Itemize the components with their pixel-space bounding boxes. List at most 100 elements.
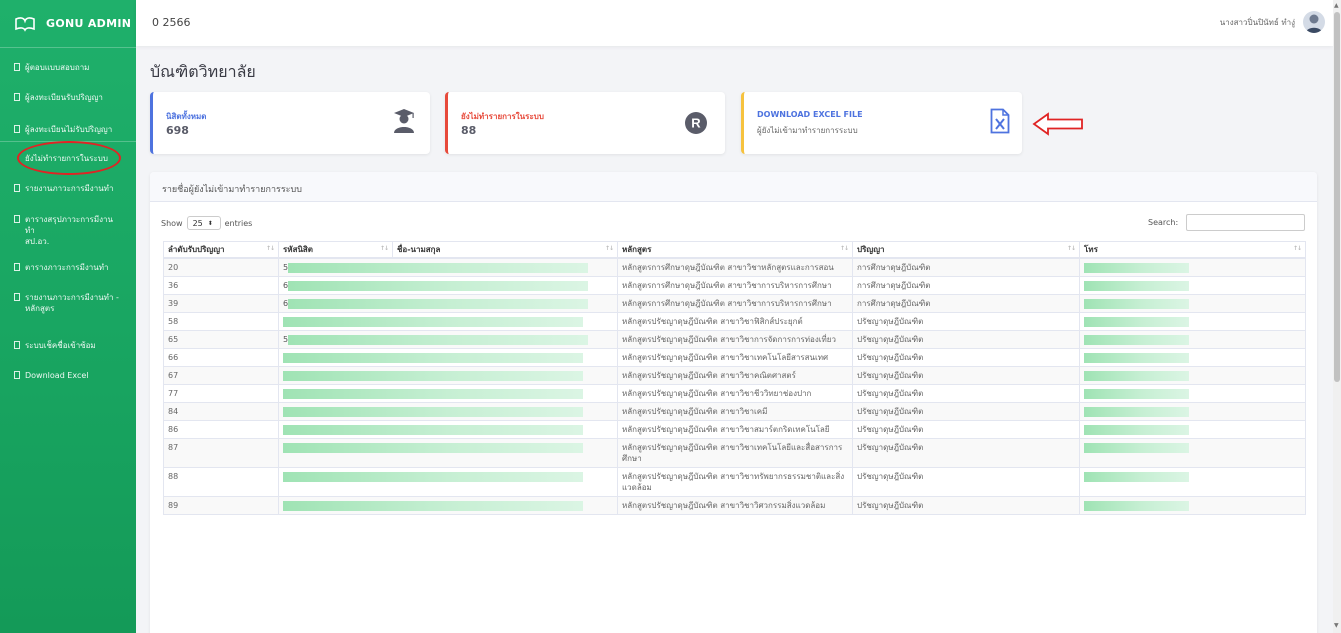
cell-course: หลักสูตรการศึกษาดุษฎีบัณฑิต สาขาวิชาการบ… bbox=[617, 293, 853, 313]
sidebar-item-respondents[interactable]: ผู้ตอบแบบสอบถาม bbox=[0, 62, 136, 73]
search-label: Search: bbox=[1148, 218, 1179, 227]
column-header-name[interactable]: ชื่อ-นามสกุล ↑↓ bbox=[392, 241, 618, 259]
column-header-order[interactable]: ลำดับรับปริญญา ↑↓ bbox=[163, 241, 279, 259]
cell-degree: ปรัชญาดุษฎีบัณฑิต bbox=[852, 401, 1080, 421]
sidebar-item-attendance[interactable]: ระบบเช็คชื่อเข้าซ้อม bbox=[0, 340, 136, 351]
sort-icon: ↑↓ bbox=[379, 245, 389, 252]
cell-course: หลักสูตรปรัชญาดุษฎีบัณฑิต สาขาวิชาเทคโนโ… bbox=[617, 437, 853, 468]
redacted-phone-bar bbox=[1084, 334, 1189, 345]
redacted-name-bar bbox=[288, 334, 589, 345]
cell-degree: ปรัชญาดุษฎีบัณฑิต bbox=[852, 365, 1080, 385]
logo-icon bbox=[15, 16, 35, 32]
cell-course: หลักสูตรปรัชญาดุษฎีบัณฑิต สาขาวิชาการจัด… bbox=[617, 329, 853, 349]
card-label: นิสิตทั้งหมด bbox=[166, 112, 207, 121]
column-header-phone[interactable]: โทร ↑↓ bbox=[1079, 241, 1306, 259]
entries-select[interactable]: 25 ⬍ bbox=[186, 216, 221, 230]
document-icon bbox=[14, 293, 20, 301]
cell-student-id bbox=[278, 401, 618, 421]
sort-icon: ↑↓ bbox=[604, 245, 614, 252]
cell-student-id bbox=[278, 466, 618, 497]
cell-order: 58 bbox=[163, 311, 279, 331]
redacted-phone-bar bbox=[1084, 442, 1189, 453]
sort-icon: ↑↓ bbox=[839, 245, 849, 252]
table-row: 88 หลักสูตรปรัชญาดุษฎีบัณฑิต สาขาวิชาทรัพ… bbox=[163, 466, 1306, 497]
redacted-name-bar bbox=[288, 298, 589, 309]
column-header-course[interactable]: หลักสูตร ↑↓ bbox=[617, 241, 853, 259]
scroll-thumb[interactable] bbox=[1334, 12, 1340, 382]
search-input[interactable] bbox=[1186, 214, 1305, 231]
redacted-name-bar bbox=[283, 370, 583, 381]
table-row: 87 หลักสูตรปรัชญาดุษฎีบัณฑิต สาขาวิชาเทคโ… bbox=[163, 437, 1306, 468]
cell-phone bbox=[1079, 257, 1306, 277]
scroll-up-icon[interactable]: ▲ bbox=[1334, 2, 1339, 9]
table-row: 84 หลักสูตรปรัชญาดุษฎีบัณฑิต สาขาวิชาเคมี… bbox=[163, 401, 1306, 421]
sidebar-item-employment-report[interactable]: รายงานภาวะการมีงานทำ bbox=[0, 183, 136, 194]
excel-file-icon[interactable] bbox=[990, 108, 1010, 134]
cell-degree: การศึกษาดุษฎีบัณฑิต bbox=[852, 257, 1080, 277]
redacted-name-bar bbox=[283, 500, 583, 511]
cell-phone bbox=[1079, 383, 1306, 403]
cell-phone bbox=[1079, 275, 1306, 295]
redacted-name-bar bbox=[288, 262, 589, 273]
card-download-excel[interactable]: DOWNLOAD EXCEL FILE ผู้ยังไม่เข้ามาทำราย… bbox=[741, 92, 1022, 154]
page-title: บัณฑิตวิทยาลัย bbox=[150, 62, 256, 81]
cell-order: 77 bbox=[163, 383, 279, 403]
document-icon bbox=[14, 63, 20, 71]
sort-icon: ↑↓ bbox=[1066, 245, 1076, 252]
sidebar-item-employment-summary[interactable]: ตารางสรุปภาวะการมีงานทำ สป.อว. bbox=[0, 214, 136, 247]
cell-phone bbox=[1079, 329, 1306, 349]
cell-phone bbox=[1079, 311, 1306, 331]
redacted-name-bar bbox=[288, 280, 589, 291]
cell-degree: การศึกษาดุษฎีบัณฑิต bbox=[852, 275, 1080, 295]
brand[interactable]: GONU ADMIN bbox=[0, 0, 136, 48]
column-header-degree[interactable]: ปริญญา ↑↓ bbox=[852, 241, 1080, 259]
sidebar-item-registered[interactable]: ผู้ลงทะเบียนรับปริญญา bbox=[0, 92, 136, 103]
table-row: 39 6 หลักสูตรการศึกษาดุษฎีบัณฑิต สาขาวิชาก… bbox=[163, 293, 1306, 313]
cell-student-id: 6 bbox=[278, 293, 618, 313]
table-row: 66 หลักสูตรปรัชญาดุษฎีบัณฑิต สาขาวิชาเทคโ… bbox=[163, 347, 1306, 367]
left-arrow-icon bbox=[1032, 112, 1083, 136]
cell-order: 67 bbox=[163, 365, 279, 385]
cell-order: 88 bbox=[163, 466, 279, 497]
table-row: 89 หลักสูตรปรัชญาดุษฎีบัณฑิต สาขาวิชาวิศว… bbox=[163, 495, 1306, 515]
cell-phone bbox=[1079, 401, 1306, 421]
card-value: 698 bbox=[166, 124, 189, 137]
user-name[interactable]: นางสาวปิ่นปินัทธ์ ทำงู่ bbox=[1220, 16, 1295, 29]
cell-student-id bbox=[278, 347, 618, 367]
avatar[interactable] bbox=[1303, 11, 1325, 33]
cell-course: หลักสูตรการศึกษาดุษฎีบัณฑิต สาขาวิชาการบ… bbox=[617, 275, 853, 295]
cell-order: 36 bbox=[163, 275, 279, 295]
card-subtitle: ผู้ยังไม่เข้ามาทำรายการระบบ bbox=[757, 126, 858, 135]
table-card-header: รายชื่อผู้ยังไม่เข้ามาทำรายการระบบ bbox=[150, 172, 1317, 202]
column-header-student-id[interactable]: รหัสนิสิต ↑↓ bbox=[278, 241, 393, 259]
card-value: 88 bbox=[461, 124, 477, 137]
cell-course: หลักสูตรปรัชญาดุษฎีบัณฑิต สาขาวิชาวิศวกร… bbox=[617, 495, 853, 515]
table-row: 86 หลักสูตรปรัชญาดุษฎีบัณฑิต สาขาวิชาสมาร… bbox=[163, 419, 1306, 439]
sort-asc-icon: ↑↓ bbox=[265, 245, 275, 252]
redacted-phone-bar bbox=[1084, 262, 1189, 273]
sidebar-item-download-excel[interactable]: Download Excel bbox=[0, 370, 136, 381]
sidebar-item-employment-course[interactable]: รายงานภาวะการมีงานทำ - หลักสูตร bbox=[0, 292, 136, 314]
cell-course: หลักสูตรปรัชญาดุษฎีบัณฑิต สาขาวิชาเคมี bbox=[617, 401, 853, 421]
sidebar-item-employment-table[interactable]: ตารางภาวะการมีงานทำ bbox=[0, 262, 136, 273]
redacted-name-bar bbox=[283, 406, 583, 417]
show-label: Show bbox=[161, 218, 183, 228]
registered-icon: R bbox=[685, 112, 707, 134]
document-icon bbox=[14, 341, 20, 349]
cell-degree: ปรัชญาดุษฎีบัณฑิต bbox=[852, 347, 1080, 367]
redacted-phone-bar bbox=[1084, 388, 1189, 399]
table-row: 36 6 หลักสูตรการศึกษาดุษฎีบัณฑิต สาขาวิชาก… bbox=[163, 275, 1306, 295]
redacted-name-bar bbox=[283, 388, 583, 399]
cell-phone bbox=[1079, 437, 1306, 468]
table-row: 67 หลักสูตรปรัชญาดุษฎีบัณฑิต สาขาวิชาคณิต… bbox=[163, 365, 1306, 385]
cell-student-id bbox=[278, 419, 618, 439]
document-icon bbox=[14, 93, 20, 101]
sidebar-item-not-registered[interactable]: ผู้ลงทะเบียนไม่รับปริญญา bbox=[0, 124, 136, 135]
card-label: DOWNLOAD EXCEL FILE bbox=[757, 110, 863, 119]
cell-student-id bbox=[278, 365, 618, 385]
scroll-down-icon[interactable]: ▼ bbox=[1334, 622, 1339, 629]
cell-degree: ปรัชญาดุษฎีบัณฑิต bbox=[852, 419, 1080, 439]
cell-student-id: 5 bbox=[278, 257, 618, 277]
page-scrollbar[interactable]: ▲ ▼ bbox=[1333, 0, 1341, 633]
cell-student-id bbox=[278, 495, 618, 515]
